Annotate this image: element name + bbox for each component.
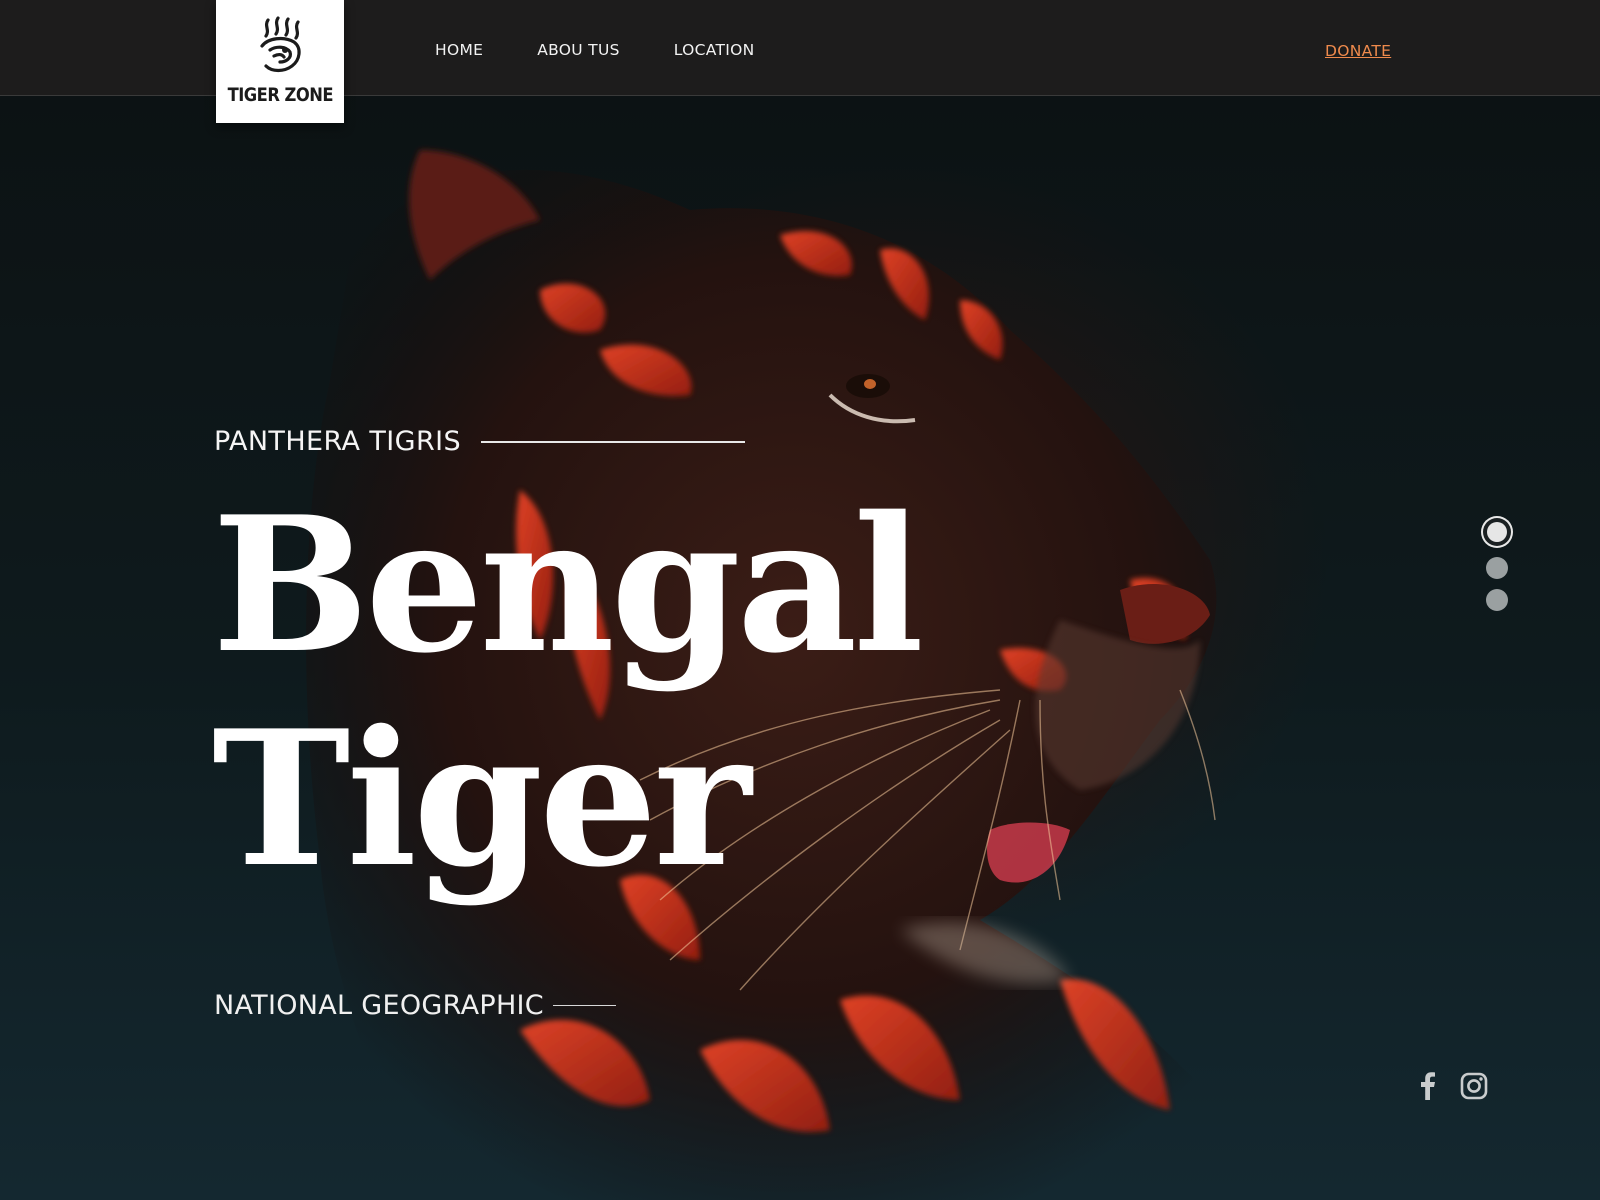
top-navigation: TIGER ZONE HOME ABOU TUS LOCATION DONATE — [0, 0, 1600, 123]
species-eyebrow: PANTHERA TIGRIS — [214, 426, 746, 457]
instagram-icon[interactable] — [1460, 1072, 1488, 1105]
nav-item-about-us[interactable]: ABOU TUS — [537, 41, 620, 59]
title-line-1: Bengal — [212, 475, 924, 694]
facebook-icon[interactable] — [1420, 1072, 1436, 1105]
logo-text: TIGER ZONE — [227, 84, 333, 106]
donate-link[interactable]: DONATE — [1325, 42, 1391, 60]
nav-item-home[interactable]: HOME — [435, 41, 483, 59]
tiger-head-icon — [260, 16, 301, 73]
main-nav: HOME ABOU TUS LOCATION — [435, 41, 754, 59]
species-name: PANTHERA TIGRIS — [214, 426, 462, 457]
source-name: NATIONAL GEOGRAPHIC — [214, 990, 544, 1021]
social-links — [1420, 1072, 1488, 1105]
slide-dot-3[interactable] — [1486, 589, 1508, 611]
eyebrow-divider — [481, 440, 746, 443]
page-title: Bengal Tiger — [212, 475, 924, 908]
slide-dot-2[interactable] — [1486, 557, 1508, 579]
logo-home-link[interactable]: TIGER ZONE — [216, 0, 344, 123]
nav-item-location[interactable]: LOCATION — [674, 41, 755, 59]
slide-dot-1[interactable] — [1487, 522, 1507, 542]
source-divider — [552, 1004, 616, 1007]
source-credit: NATIONAL GEOGRAPHIC — [214, 990, 616, 1021]
title-line-2: Tiger — [212, 689, 751, 908]
